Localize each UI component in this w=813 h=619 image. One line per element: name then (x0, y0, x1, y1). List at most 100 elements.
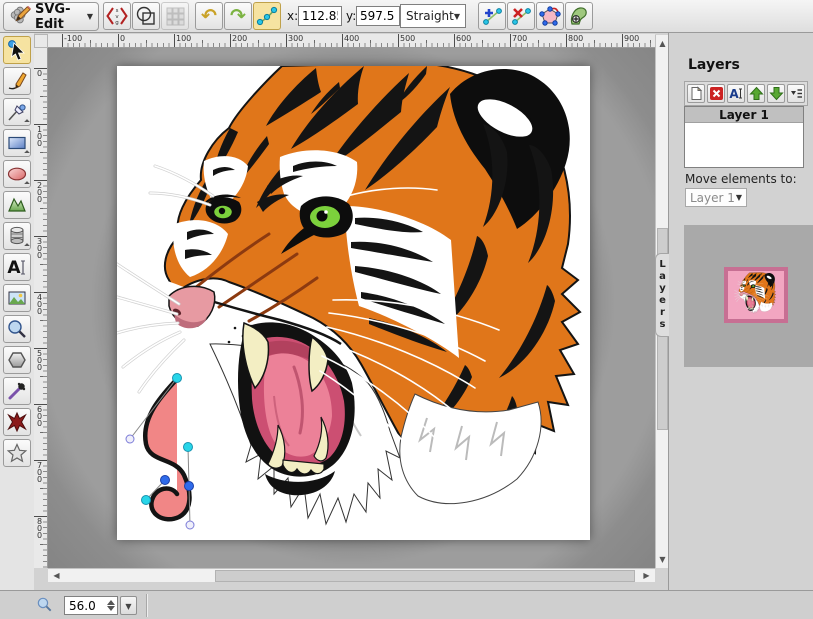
tool-rect[interactable] (3, 129, 31, 157)
tool-text[interactable]: A (3, 253, 31, 281)
tool-image[interactable] (3, 284, 31, 312)
polygon-icon (6, 349, 28, 371)
ruler-major-tick (230, 34, 231, 47)
ruler-label: -100 (64, 34, 82, 43)
drawing-workspace[interactable] (48, 48, 655, 568)
source-code-button[interactable]: s v g (103, 2, 131, 30)
layer-row-selected[interactable]: Layer 1 (685, 107, 803, 123)
node-link-icon (256, 5, 278, 27)
lower-layer-button[interactable] (767, 84, 785, 103)
tool-line[interactable] (3, 98, 31, 126)
ruler-label: 800 (37, 518, 42, 539)
snap-to-grid-button[interactable] (161, 2, 189, 30)
layers-panel-title: Layers (688, 57, 740, 73)
flyout-arrow-icon (24, 181, 30, 187)
move-elements-value: Layer 1 (690, 191, 735, 205)
ruler-label: 0 (37, 70, 42, 77)
move-elements-caret-icon: ▼ (736, 193, 742, 202)
star-icon (6, 442, 28, 464)
layer-down-icon (769, 86, 784, 101)
new-layer-button[interactable] (687, 84, 705, 103)
ruler-label: 0 (120, 34, 125, 43)
segment-type-value: Straight (406, 9, 454, 23)
tool-zoom[interactable] (3, 315, 31, 343)
tool-star[interactable] (3, 439, 31, 467)
path-node[interactable] (161, 476, 170, 485)
path-node[interactable] (173, 374, 182, 383)
raise-layer-button[interactable] (747, 84, 765, 103)
ruler-label: 700 (37, 462, 42, 483)
footer-separator (146, 594, 147, 617)
link-control-points-button[interactable] (253, 2, 281, 30)
ruler-major-tick (622, 34, 623, 47)
tool-select[interactable] (3, 36, 31, 64)
tool-ellipse[interactable] (3, 160, 31, 188)
undo-button[interactable]: ↶ (195, 2, 223, 30)
logo-label: SVG-Edit (35, 2, 83, 32)
main-menu-button[interactable]: SVG-Edit ▼ (3, 2, 99, 31)
wireframe-mode-button[interactable] (132, 2, 160, 30)
open-path-button[interactable] (536, 2, 564, 30)
layer-menu-button[interactable] (787, 84, 805, 103)
layers-panel: Layers Layers A (668, 33, 813, 590)
ruler-major-tick (118, 34, 119, 47)
flyout-arrow-icon (24, 150, 30, 156)
node-y-label: y: (346, 9, 356, 23)
path-node[interactable] (142, 496, 151, 505)
ruler-label: 300 (37, 238, 42, 259)
tool-cross-shape[interactable] (3, 408, 31, 436)
ruler-corner (34, 34, 48, 48)
add-node-button[interactable] (478, 2, 506, 30)
redo-icon: ↷ (230, 7, 246, 26)
delete-layer-button[interactable] (707, 84, 725, 103)
layer-thumbnail (724, 267, 788, 323)
tool-path[interactable] (3, 191, 31, 219)
delete-node-button[interactable] (507, 2, 535, 30)
svg-text:g: g (115, 20, 119, 26)
svg-edit-window: SVG-Edit ▼ s v g (0, 0, 813, 619)
path-node[interactable] (185, 482, 194, 491)
zoom-spinner[interactable] (107, 600, 115, 611)
layers-side-tab[interactable]: Layers (655, 253, 669, 337)
zoom-icon (6, 318, 28, 340)
edited-path[interactable] (145, 379, 189, 519)
redo-button[interactable]: ↷ (224, 2, 252, 30)
svg-canvas[interactable] (117, 66, 590, 540)
tool-pencil[interactable] (3, 67, 31, 95)
zoom-level-input[interactable] (65, 599, 99, 613)
zoom-tool-icon (36, 596, 53, 616)
image-icon (6, 287, 28, 309)
tool-polygon[interactable] (3, 346, 31, 374)
control-handle[interactable] (126, 435, 134, 443)
svg-text:A: A (729, 87, 739, 101)
control-handle[interactable] (186, 521, 194, 529)
node-y-input[interactable] (356, 6, 400, 26)
horizontal-scroll-thumb[interactable] (215, 570, 635, 582)
ruler-label: 300 (288, 34, 303, 43)
move-elements-label: Move elements to: (685, 172, 797, 186)
ruler-major-tick (566, 34, 567, 47)
node-x-input[interactable] (298, 6, 342, 26)
ruler-label: 700 (512, 34, 527, 43)
rename-layer-button[interactable]: A (727, 84, 745, 103)
select-icon (6, 39, 28, 61)
add-subpath-button[interactable] (565, 2, 593, 30)
zoom-preset-dropdown[interactable]: ▼ (120, 596, 137, 615)
wireframe-icon (135, 5, 157, 27)
layer-list: Layer 1 (684, 106, 804, 168)
pencil-icon (6, 70, 28, 92)
segment-type-select[interactable]: Straight ▼ (400, 4, 466, 28)
bottom-bar: ▼ (0, 590, 813, 619)
tool-eyedropper[interactable] (3, 377, 31, 405)
horizontal-ruler: -10001002003004005006007008009001000 (48, 34, 655, 48)
move-elements-select[interactable]: Layer 1 ▼ (685, 188, 747, 207)
scroll-right-arrow[interactable]: ▶ (640, 569, 653, 582)
ruler-label: 500 (37, 350, 42, 371)
scroll-left-arrow[interactable]: ◀ (50, 569, 63, 582)
path-node[interactable] (184, 443, 193, 452)
ruler-label: 200 (37, 182, 42, 203)
layer-up-icon (749, 86, 764, 101)
tool-shape-library[interactable] (3, 222, 31, 250)
ruler-label: 600 (456, 34, 471, 43)
horizontal-scrollbar[interactable]: ◀ ▶ (48, 568, 655, 582)
